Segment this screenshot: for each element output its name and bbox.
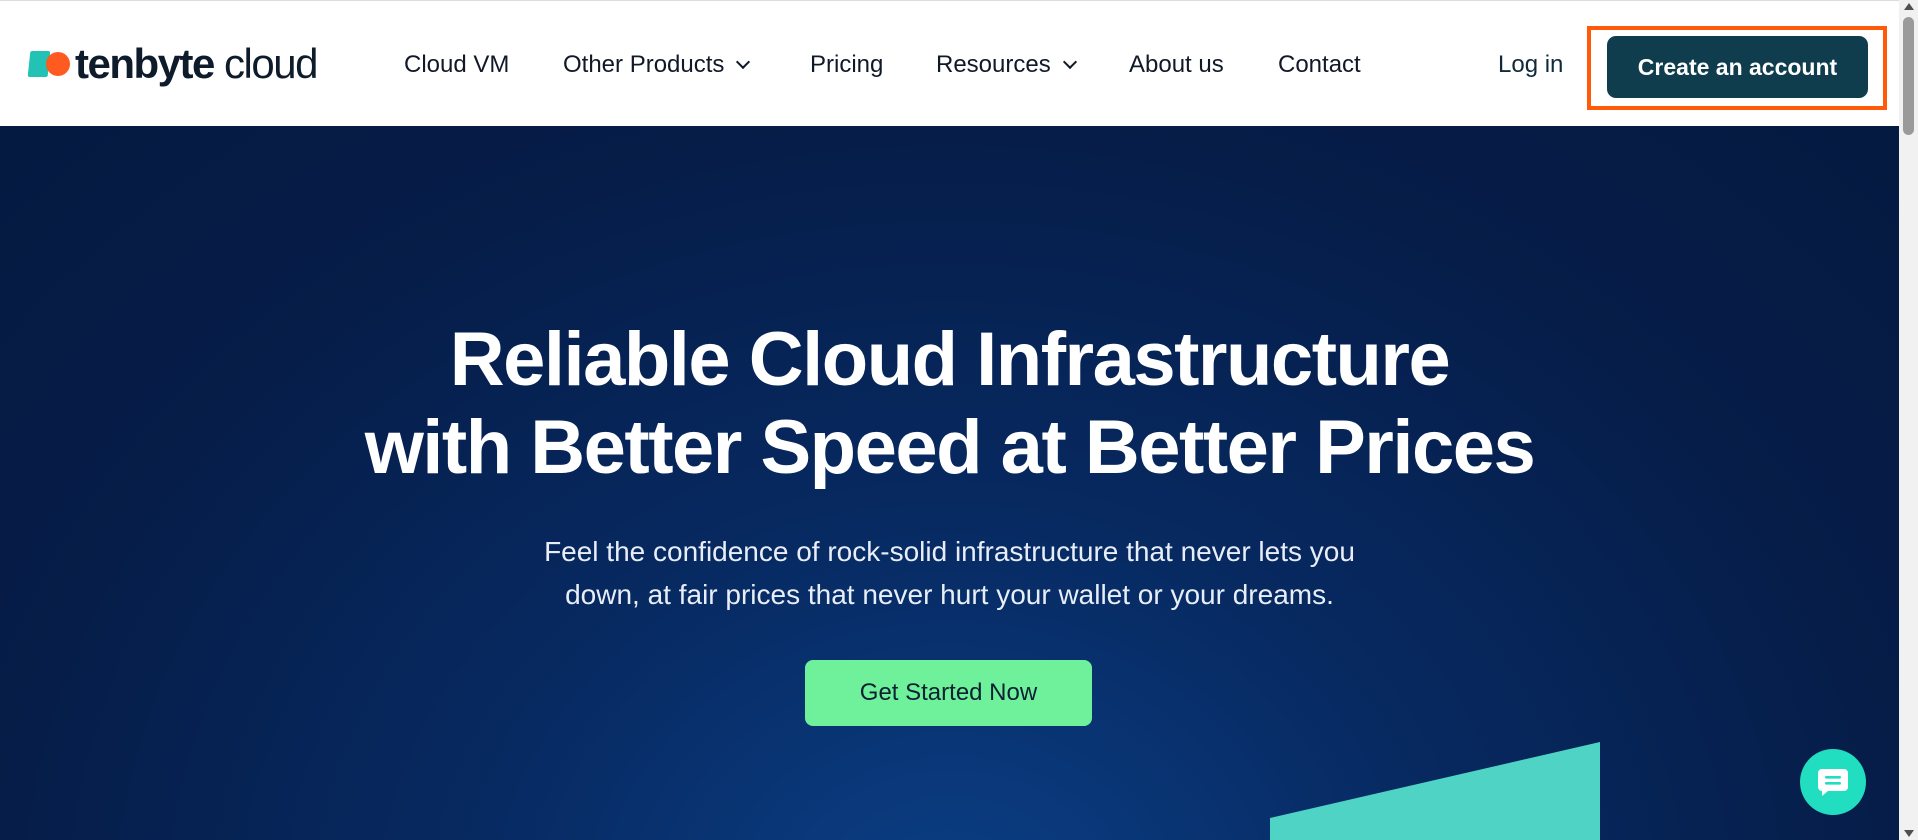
logo-brand-bold: tenbyte [75, 40, 215, 87]
hero-title-line-1: Reliable Cloud Infrastructure [449, 317, 1451, 402]
hero-title-line-2: with Better Speed at Better Prices [364, 405, 1536, 490]
nav-item-label: Other Products [563, 51, 725, 78]
nav-item-label: About us [1129, 51, 1224, 78]
hero-section: Reliable Cloud Infrastructure with Bette… [0, 126, 1899, 840]
site-header: tenbyte cloud Cloud VM Other Products Pr… [0, 0, 1899, 126]
nav-item-pricing[interactable]: Pricing [810, 48, 883, 82]
scroll-up-arrow-icon[interactable] [1904, 3, 1914, 10]
nav-item-resources[interactable]: Resources [936, 48, 1077, 82]
nav-item-label: Cloud VM [404, 51, 510, 78]
hero-title: Reliable Cloud Infrastructure with Bette… [0, 316, 1899, 492]
nav-item-label: Pricing [810, 51, 884, 78]
chat-bubble-icon[interactable] [1800, 749, 1866, 815]
chevron-down-icon [1062, 54, 1077, 70]
logo-mark-icon [27, 49, 71, 79]
nav-item-label: Resources [936, 51, 1051, 78]
scrollbar-thumb[interactable] [1903, 17, 1914, 135]
tenbyte-cloud-logo[interactable]: tenbyte cloud [27, 40, 318, 87]
nav-item-label: Contact [1278, 51, 1361, 78]
hero-decorative-shape [1270, 742, 1600, 840]
nav-item-cloud-vm[interactable]: Cloud VM [404, 48, 509, 82]
page: tenbyte cloud Cloud VM Other Products Pr… [0, 0, 1899, 840]
nav-item-contact[interactable]: Contact [1278, 48, 1361, 82]
create-account-button[interactable]: Create an account [1607, 36, 1868, 98]
hero-subtitle: Feel the confidence of rock-solid infras… [0, 530, 1899, 616]
vertical-scrollbar[interactable] [1899, 0, 1918, 840]
chat-icon-glyph [1818, 769, 1848, 796]
scroll-down-arrow-icon[interactable] [1904, 830, 1914, 837]
nav-item-about-us[interactable]: About us [1129, 48, 1224, 82]
logo-wordmark: tenbyte cloud [75, 40, 318, 87]
logo-brand-light: cloud [213, 40, 318, 87]
hero-subtitle-line-2: down, at fair prices that never hurt you… [565, 579, 1334, 610]
login-link[interactable]: Log in [1498, 48, 1563, 82]
get-started-button[interactable]: Get Started Now [805, 660, 1092, 726]
chevron-down-icon [736, 54, 751, 70]
nav-item-other-products[interactable]: Other Products [563, 48, 751, 82]
hero-subtitle-line-1: Feel the confidence of rock-solid infras… [544, 536, 1355, 567]
